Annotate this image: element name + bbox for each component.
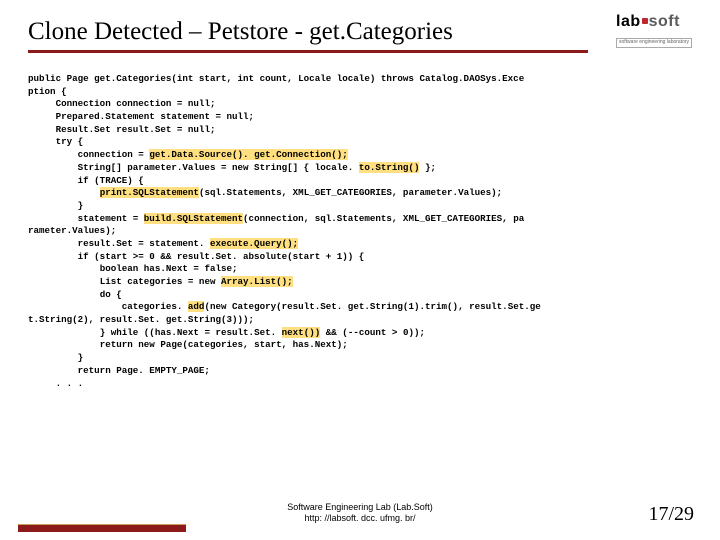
footer-line1: Software Engineering Lab (Lab.Soft) — [0, 502, 720, 513]
code-line: (connection, sql.Statements, XML_GET_CAT… — [243, 213, 524, 224]
code-line: } while ((has.Next = result.Set. — [28, 327, 282, 338]
code-line: String[] parameter.Values = new String[]… — [28, 162, 359, 173]
code-line: t.String(2), result.Set. get.String(3)))… — [28, 314, 254, 325]
code-line: try { — [28, 136, 83, 147]
code-highlight: execute.Query(); — [210, 238, 298, 249]
code-line: return Page. EMPTY_PAGE; — [28, 365, 210, 376]
code-line: result.Set = statement. — [28, 238, 210, 249]
code-line: public Page get.Categories(int start, in… — [28, 73, 524, 84]
code-line: if (TRACE) { — [28, 175, 144, 186]
code-line: ption { — [28, 86, 67, 97]
code-line: return new Page(categories, start, has.N… — [28, 339, 348, 350]
code-line: Prepared.Statement statement = null; — [28, 111, 254, 122]
code-line: } — [28, 352, 83, 363]
code-line: do { — [28, 289, 122, 300]
code-line — [28, 187, 100, 198]
page-number: 17/29 — [648, 503, 694, 526]
slide-title: Clone Detected – Petstore - get.Categori… — [28, 18, 692, 46]
code-line: Result.Set result.Set = null; — [28, 124, 215, 135]
code-highlight: add — [188, 301, 205, 312]
code-highlight: get.Data.Source(). get.Connection(); — [149, 149, 347, 160]
code-highlight: to.String() — [359, 162, 420, 173]
code-highlight: print.SQLStatement — [100, 187, 199, 198]
code-line: (sql.Statements, XML_GET_CATEGORIES, par… — [199, 187, 502, 198]
code-line: rameter.Values); — [28, 225, 116, 236]
footer: Software Engineering Lab (Lab.Soft) http… — [0, 502, 720, 524]
logo: labsoft software engineering laboratory — [616, 14, 698, 48]
code-line: (new Category(result.Set. get.String(1).… — [204, 301, 540, 312]
code-line: } — [28, 200, 83, 211]
logo-lab: lab — [616, 13, 641, 30]
code-line: statement = — [28, 213, 144, 224]
code-line: if (start >= 0 && result.Set. absolute(s… — [28, 251, 364, 262]
code-highlight: build.SQLStatement — [144, 213, 243, 224]
logo-subtitle: software engineering laboratory — [616, 38, 692, 48]
logo-text: labsoft — [616, 14, 698, 30]
title-underline — [28, 50, 588, 53]
code-block: public Page get.Categories(int start, in… — [28, 73, 692, 390]
logo-soft: soft — [649, 13, 680, 30]
footer-line2: http: //labsoft. dcc. ufmg. br/ — [0, 513, 720, 524]
code-line: && (--count > 0)); — [320, 327, 425, 338]
code-line: connection = — [28, 149, 149, 160]
code-line: boolean has.Next = false; — [28, 263, 238, 274]
code-highlight: Array.List(); — [221, 276, 293, 287]
code-line: categories. — [28, 301, 188, 312]
code-line: List categories = new — [28, 276, 221, 287]
code-line: Connection connection = null; — [28, 98, 215, 109]
code-highlight: next()) — [282, 327, 321, 338]
code-line: }; — [419, 162, 436, 173]
code-line: . . . — [28, 378, 83, 389]
bottom-bar — [18, 524, 186, 532]
logo-dot-icon — [642, 18, 648, 24]
